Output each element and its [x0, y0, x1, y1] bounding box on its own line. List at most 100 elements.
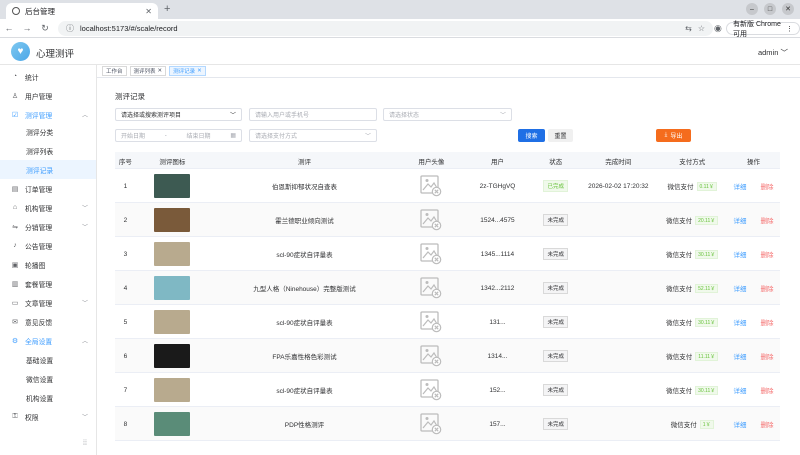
chevron-up-icon: ︿	[81, 339, 88, 345]
sidebar-item[interactable]: 机构设置	[0, 388, 96, 407]
minimize-icon[interactable]: –	[746, 3, 758, 15]
back-icon[interactable]: ←	[0, 23, 18, 33]
row-actions: 详细 删除	[733, 249, 773, 259]
table-cell: 131...	[463, 305, 533, 339]
address-bar: ← → ↻ ⓘ localhost:5173/#/scale/record ⇆ …	[0, 19, 800, 38]
delete-link[interactable]: 删除	[760, 351, 773, 361]
user-search-input[interactable]: 请输入用户或手机号	[249, 108, 377, 121]
bookmark-star-icon[interactable]: ☆	[698, 24, 705, 33]
status-select[interactable]: 请选择状态 ﹀	[383, 108, 512, 121]
delete-link[interactable]: 删除	[760, 283, 773, 293]
table-cell: 详细 删除	[727, 203, 780, 237]
sidebar-item[interactable]: 微信设置	[0, 369, 96, 388]
scale-name: 霍兰德职业倾向测试	[275, 218, 334, 225]
chevron-down-icon: ﹀	[364, 134, 371, 140]
reset-button-label: 重置	[554, 134, 567, 140]
tag-scale-record[interactable]: 测评记录 ✕	[169, 66, 206, 76]
sidebar-item[interactable]: ◔ 统计	[0, 67, 96, 86]
table-cell: 微信支付 0.11￥	[657, 169, 727, 203]
sidebar-item[interactable]: ⚿ 权限 ﹀	[0, 407, 96, 426]
collapse-sidebar-icon[interactable]: ⁞⁞	[83, 440, 87, 447]
translate-icon[interactable]: ⇆	[685, 24, 692, 33]
pay-amount-tag: 30.11￥	[695, 385, 719, 395]
status-badge: 未完成	[543, 384, 568, 396]
feedback-icon: ✉	[12, 318, 18, 326]
maximize-icon[interactable]: □	[764, 3, 776, 15]
sidebar-item[interactable]: ⇋ 分销管理 ﹀	[0, 217, 96, 236]
search-button[interactable]: 搜索	[518, 129, 545, 142]
detail-link[interactable]: 详细	[733, 215, 746, 225]
more-menu-icon[interactable]: ⋮	[786, 25, 793, 33]
table-cell: 微信支付 11.11￥	[657, 339, 727, 373]
chevron-down-icon: ﹀	[499, 113, 506, 119]
chrome-update-button[interactable]: 有新版 Chrome 可用 ⋮	[726, 21, 800, 38]
table-cell: scl-90症状自评量表	[209, 305, 400, 339]
profile-icon[interactable]: ◉	[714, 23, 722, 34]
detail-link[interactable]: 详细	[733, 385, 746, 395]
table-cell: 1524...4575	[463, 203, 533, 237]
close-icon[interactable]: ✕	[158, 68, 163, 74]
table-cell	[400, 237, 463, 271]
delete-link[interactable]: 删除	[760, 419, 773, 429]
scale-select[interactable]: 请选择或搜索测评项目 ﹀	[115, 108, 242, 121]
sidebar-item[interactable]: 测评列表	[0, 141, 96, 160]
share-icon: ⇋	[12, 223, 18, 231]
forward-icon[interactable]: →	[18, 23, 36, 33]
close-tab-icon[interactable]: ✕	[145, 7, 152, 16]
column-header: 测评	[297, 158, 311, 166]
delete-link[interactable]: 删除	[760, 181, 773, 191]
url-input[interactable]: ⓘ localhost:5173/#/scale/record ⇆ ☆	[58, 21, 713, 36]
sidebar-item[interactable]: ♪ 公告管理	[0, 236, 96, 255]
user-phone: 1314...	[487, 352, 508, 360]
date-range-picker[interactable]: 开始日期 - 结束日期 ▦	[115, 129, 242, 142]
sidebar-item[interactable]: ▥ 套餐管理	[0, 274, 96, 293]
chevron-down-icon: ﹀	[780, 48, 789, 57]
table-cell	[579, 407, 657, 441]
delete-link[interactable]: 删除	[760, 249, 773, 259]
detail-link[interactable]: 详细	[733, 351, 746, 361]
tag-workbench[interactable]: 工作台	[102, 66, 127, 76]
table-cell: 4	[115, 271, 136, 305]
pay-method-label: 微信支付	[667, 184, 694, 191]
sidebar-item[interactable]: 测评记录	[0, 160, 96, 179]
sidebar-item[interactable]: ⌂ 机构管理 ﹀	[0, 198, 96, 217]
column-header: 测评图标	[159, 158, 186, 166]
user-menu[interactable]: admin ﹀	[758, 47, 788, 58]
delete-link[interactable]: 删除	[760, 215, 773, 225]
scale-thumbnail	[154, 310, 191, 334]
detail-link[interactable]: 详细	[733, 283, 746, 293]
detail-link[interactable]: 详细	[733, 419, 746, 429]
table-cell	[400, 271, 463, 305]
tag-label: 工作台	[106, 69, 123, 75]
sidebar-item[interactable]: ⚙ 全局设置 ︿	[0, 331, 96, 350]
site-info-icon[interactable]: ⓘ	[66, 23, 74, 34]
sidebar-item[interactable]: ▣ 轮播图	[0, 255, 96, 274]
browser-tab[interactable]: 后台管理 ✕	[6, 3, 158, 19]
table-cell: 157...	[463, 407, 533, 441]
close-icon[interactable]: ✕	[197, 68, 202, 74]
scale-thumbnail	[154, 242, 191, 266]
export-button[interactable]: ⤓ 导出	[656, 129, 691, 142]
sidebar-item[interactable]: ▭ 文章管理 ﹀	[0, 293, 96, 312]
sidebar-item[interactable]: 测评分类	[0, 122, 96, 141]
new-tab-icon[interactable]: +	[164, 3, 170, 15]
table-cell: 详细 删除	[727, 237, 780, 271]
sidebar-item[interactable]: ♙ 用户管理	[0, 86, 96, 105]
reset-button[interactable]: 重置	[548, 129, 573, 142]
detail-link[interactable]: 详细	[733, 317, 746, 327]
detail-link[interactable]: 详细	[733, 181, 746, 191]
sidebar-item[interactable]: ✉ 意见反馈	[0, 312, 96, 331]
delete-link[interactable]: 删除	[760, 385, 773, 395]
sidebar-item[interactable]: 基础设置	[0, 350, 96, 369]
delete-link[interactable]: 删除	[760, 317, 773, 327]
avatar-placeholder-icon	[420, 413, 442, 435]
sidebar-item-label: 测评分类	[26, 129, 54, 137]
detail-link[interactable]: 详细	[733, 249, 746, 259]
table-cell	[136, 237, 209, 271]
sidebar-item-label: 公告管理	[25, 243, 53, 251]
close-window-icon[interactable]: ✕	[782, 3, 794, 15]
pay-method-select[interactable]: 请选择支付方式 ﹀	[249, 129, 377, 142]
sidebar-item[interactable]: ▤ 订单管理	[0, 179, 96, 198]
tag-scale-list[interactable]: 测评列表 ✕	[129, 66, 167, 76]
reload-icon[interactable]: ↻	[36, 23, 54, 34]
